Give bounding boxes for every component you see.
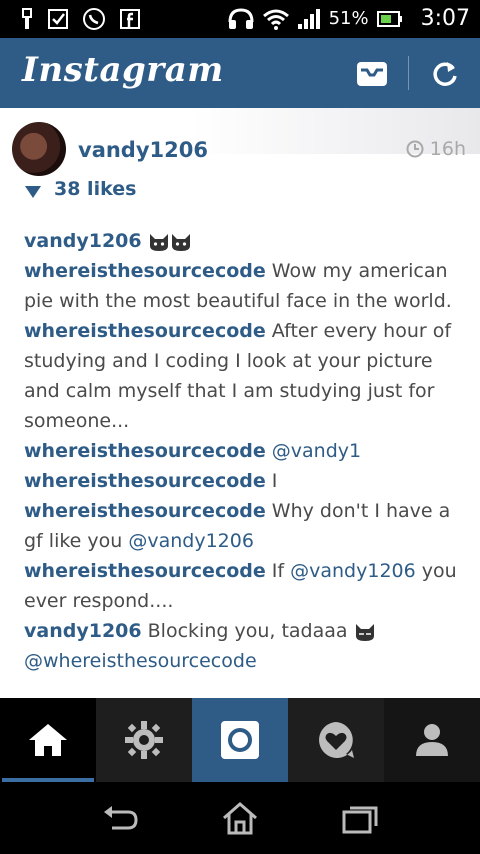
comment-username[interactable]: whereisthesourcecode — [24, 440, 266, 462]
comment: whereisthesourcecode Why don't I have a … — [24, 496, 464, 556]
comments-list: vandy1206 whereisthesourcecode Wow my am… — [24, 226, 464, 676]
caption: vandy1206 — [24, 226, 464, 256]
comment-text: Blocking you, tadaaa — [141, 620, 354, 642]
comment-text: If — [265, 560, 291, 582]
mention-link[interactable]: @whereisthesourcecode — [24, 650, 257, 672]
signal-icon — [297, 8, 320, 29]
comment: vandy1206 Blocking you, tadaaa @whereist… — [24, 616, 464, 676]
instagram-logo: Instagram — [22, 50, 224, 90]
status-bar: 51% 3:07 — [0, 0, 480, 38]
caption-username[interactable]: vandy1206 — [24, 230, 142, 252]
home-icon — [29, 724, 67, 756]
inbox-icon[interactable] — [355, 58, 389, 90]
likes-count: 38 likes — [54, 178, 137, 200]
app-header: Instagram — [0, 38, 480, 108]
clock-icon — [406, 140, 424, 158]
comment-username[interactable]: whereisthesourcecode — [24, 560, 266, 582]
comment-username[interactable]: whereisthesourcecode — [24, 500, 266, 522]
cat-emoji-icon — [149, 233, 168, 251]
comment: whereisthesourcecode After every hour of… — [24, 316, 464, 436]
tab-activity[interactable] — [288, 698, 384, 782]
likes-row[interactable]: 38 likes — [24, 176, 136, 200]
cat-emoji-icon — [171, 233, 190, 251]
comment: whereisthesourcecode @vandy1 — [24, 436, 464, 466]
post-username[interactable]: vandy1206 — [78, 138, 208, 162]
profile-icon — [416, 724, 448, 756]
whatsapp-icon — [83, 8, 105, 30]
comment: whereisthesourcecode I — [24, 466, 464, 496]
recents-icon[interactable] — [340, 800, 380, 836]
bottom-tab-bar — [0, 698, 480, 782]
comment-username[interactable]: whereisthesourcecode — [24, 320, 266, 342]
tab-explore[interactable] — [96, 698, 192, 782]
comment: whereisthesourcecode Wow my american pie… — [24, 256, 464, 316]
mention-link[interactable]: @vandy1206 — [128, 530, 254, 552]
comment-username[interactable]: whereisthesourcecode — [24, 260, 266, 282]
comment-username[interactable]: whereisthesourcecode — [24, 470, 266, 492]
tab-home[interactable] — [0, 698, 96, 782]
comment-username[interactable]: vandy1206 — [24, 620, 142, 642]
back-icon[interactable] — [100, 800, 140, 836]
avatar[interactable] — [12, 122, 66, 176]
clock: 3:07 — [420, 6, 470, 31]
battery-icon — [376, 10, 402, 27]
tab-camera[interactable] — [192, 698, 288, 782]
activity-icon — [319, 722, 354, 758]
comment: whereisthesourcecode If @vandy1206 you e… — [24, 556, 464, 616]
wifi-icon — [262, 9, 289, 30]
home-nav-icon[interactable] — [220, 800, 260, 836]
checkbox-icon — [48, 9, 68, 29]
post-timestamp: 16h — [406, 138, 466, 160]
battery-percent: 51% — [328, 8, 369, 29]
mention-link[interactable]: @vandy1206 — [290, 560, 416, 582]
mention-link[interactable]: @vandy1 — [272, 440, 361, 462]
camera-icon — [221, 721, 259, 759]
usb-icon — [22, 8, 32, 29]
tab-profile[interactable] — [384, 698, 480, 782]
heart-icon — [25, 186, 41, 198]
explore-icon — [125, 721, 163, 759]
cat-emoji-icon — [355, 623, 374, 641]
system-nav-bar — [0, 782, 480, 854]
facebook-icon — [120, 9, 140, 29]
refresh-icon[interactable] — [428, 58, 462, 90]
time-ago: 16h — [429, 138, 466, 160]
header-divider — [408, 56, 409, 90]
comment-text: I — [265, 470, 278, 492]
headset-icon — [228, 7, 254, 29]
